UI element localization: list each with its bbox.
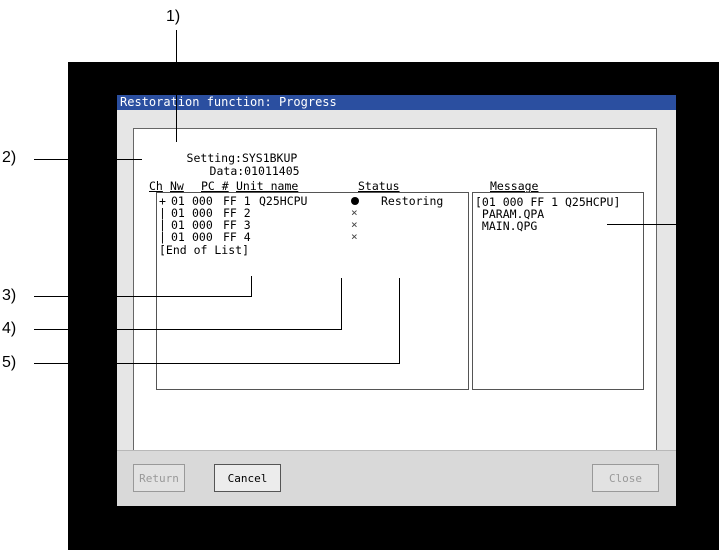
callout-2: 2) <box>2 149 17 166</box>
row-prefix: | <box>159 230 166 244</box>
message-line: MAIN.QPG <box>475 219 538 233</box>
row-status: Restoring <box>381 194 444 208</box>
header-nw: Nw <box>170 179 184 193</box>
content-panel: Setting:SYS1BKUP Data:01011405 Ch Nw PC … <box>133 128 657 473</box>
callout-1: 1) <box>166 8 181 25</box>
leader-5v <box>399 278 400 364</box>
header-pc: PC # <box>201 179 229 193</box>
cancel-button[interactable]: Cancel <box>214 464 281 492</box>
header-message: Message <box>490 179 539 193</box>
row-pc: FF 4 <box>223 230 251 244</box>
row-nw: 000 <box>192 230 213 244</box>
unprocessed-cross-icon: × <box>351 230 358 243</box>
message-box[interactable]: [01 000 FF 1 Q25HCPU] PARAM.QPA MAIN.QPG <box>472 192 644 390</box>
restoration-progress-dialog: Restoration function: Progress Setting:S… <box>117 95 676 506</box>
close-button[interactable]: Close <box>592 464 659 492</box>
data-label: Data: <box>209 164 245 178</box>
callout-4: 4) <box>2 320 17 337</box>
end-of-list: [End of List] <box>159 243 250 257</box>
leader-3h <box>34 296 252 297</box>
row-ch: 01 <box>171 230 185 244</box>
leader-4v <box>341 278 342 330</box>
data-value: 01011405 <box>244 164 300 178</box>
leader-2 <box>34 159 142 160</box>
dialog-title: Restoration function: Progress <box>117 95 676 110</box>
list-item[interactable]: | 01 000 FF 4 × <box>159 230 464 244</box>
row-unit: Q25HCPU <box>259 194 308 208</box>
processing-dot-icon <box>351 197 359 205</box>
leader-4h <box>34 329 342 330</box>
callout-3: 3) <box>2 287 17 304</box>
header-unit-name: Unit name <box>236 179 299 193</box>
button-bar: Return Cancel Close <box>117 450 676 506</box>
leader-6 <box>607 224 719 225</box>
leader-1 <box>176 30 177 142</box>
leader-3v <box>251 276 252 297</box>
return-button[interactable]: Return <box>133 464 185 492</box>
header-status: Status <box>358 179 400 193</box>
leader-5h <box>34 363 400 364</box>
callout-5: 5) <box>2 354 17 371</box>
header-ch: Ch <box>149 179 163 193</box>
unit-list[interactable]: +01 000 FF 1 Q25HCPU Restoring | 01 000 FF 2 × | 01… <box>156 192 469 390</box>
